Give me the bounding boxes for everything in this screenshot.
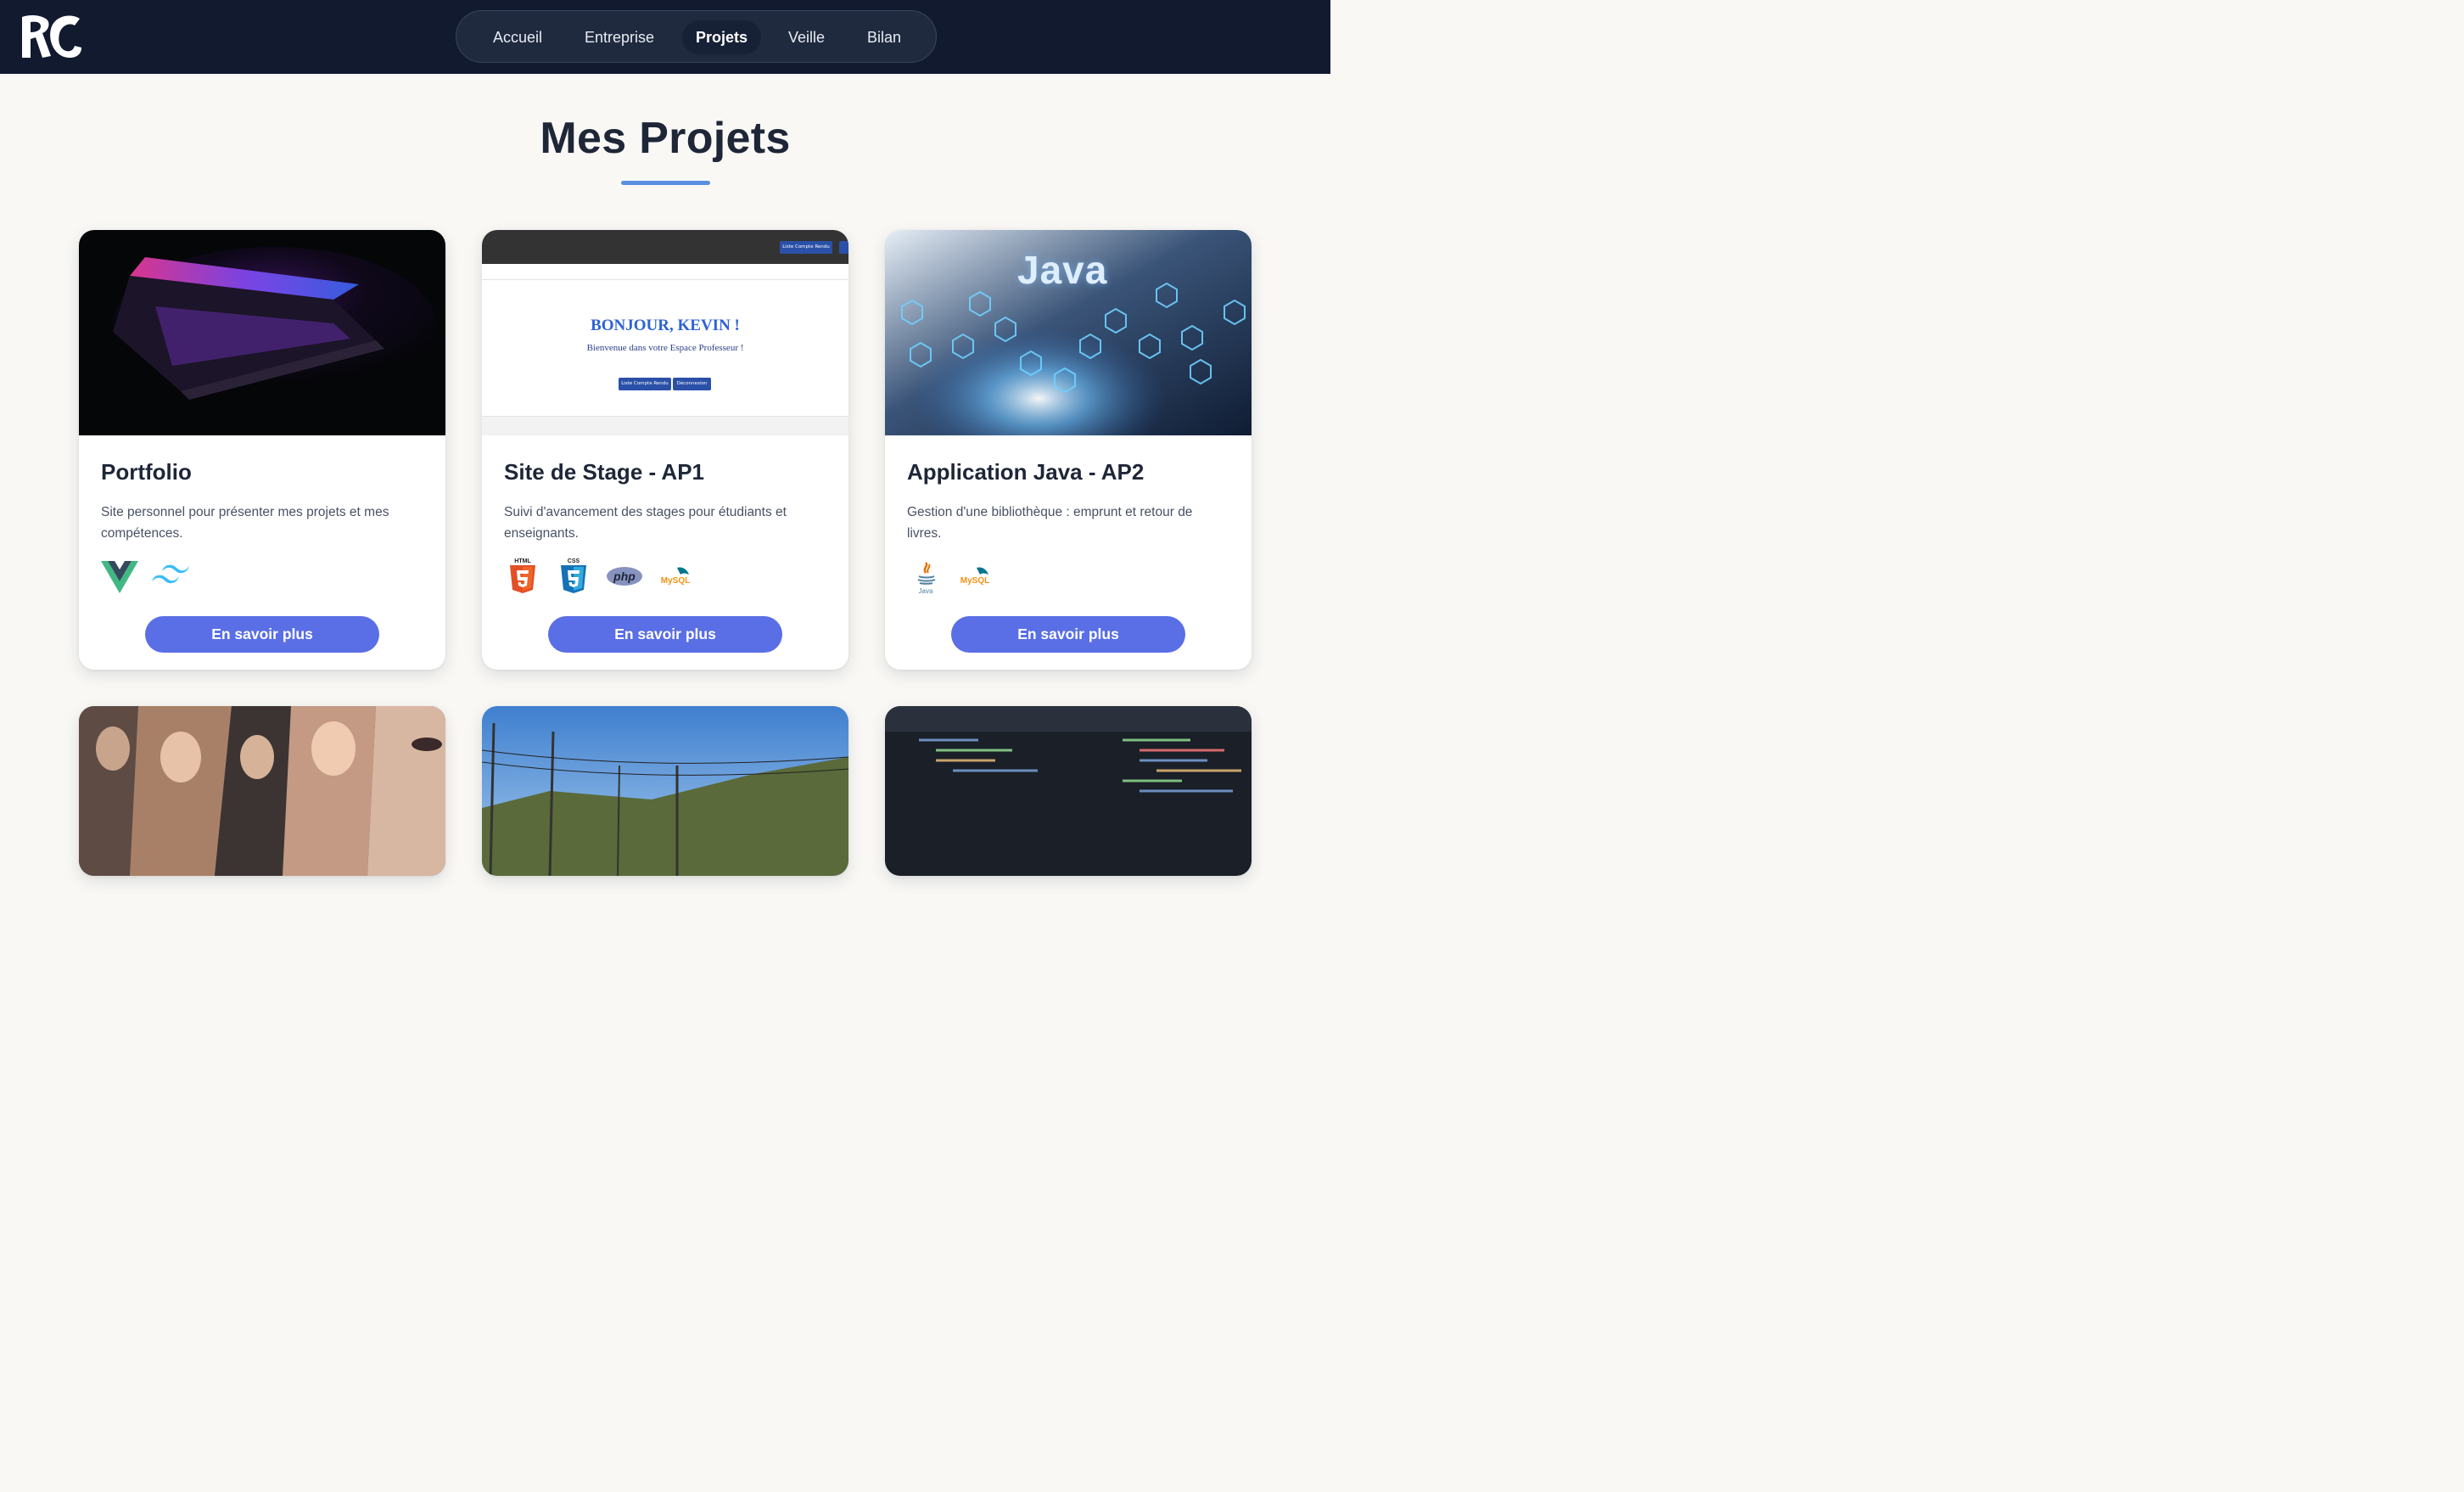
mysql-icon: MySQL: [661, 567, 690, 586]
preview-logout-button: Déconnexion: [673, 378, 711, 390]
php-icon: php: [607, 567, 642, 586]
java-thumbnail: Java: [885, 230, 1252, 435]
portfolio-thumbnail: [79, 230, 445, 435]
rc-logo-icon[interactable]: [20, 14, 83, 59]
nav-item-bilan[interactable]: Bilan: [854, 20, 915, 54]
page-title: Mes Projets: [540, 114, 791, 163]
nav-item-entreprise[interactable]: Entreprise: [571, 20, 668, 54]
title-underline: [621, 181, 710, 185]
tailwind-icon: [152, 564, 189, 584]
nav-item-veille[interactable]: Veille: [775, 20, 838, 54]
project-card-landscape: [482, 706, 848, 876]
main-nav: Accueil Entreprise Projets Veille Bilan: [456, 10, 937, 63]
svg-text:MySQL: MySQL: [960, 576, 989, 586]
java-icon: Java: [917, 562, 936, 595]
site-header: Accueil Entreprise Projets Veille Bilan: [0, 0, 1330, 74]
preview-subheading: Bienvenue dans votre Espace Professeur !: [586, 343, 744, 353]
nav-item-accueil[interactable]: Accueil: [479, 20, 556, 54]
mysql-icon: MySQL: [960, 567, 989, 586]
vue-icon: [101, 561, 138, 593]
card-title: Application Java - AP2: [907, 459, 1145, 485]
project-card-photos: [79, 706, 445, 876]
palm-street-thumbnail: [482, 706, 848, 876]
svg-text:Java: Java: [919, 587, 933, 595]
card-title: Site de Stage - AP1: [504, 459, 704, 485]
svg-text:HTML: HTML: [514, 558, 531, 564]
stage-thumbnail: Liste Compte Rendu BONJOUR, KEVIN ! Bien…: [482, 230, 848, 435]
card-description: Site personnel pour présenter mes projet…: [101, 505, 389, 541]
svg-text:MySQL: MySQL: [661, 576, 690, 586]
project-card-java: Java Application Java - AP2 Gestion d'un…: [885, 230, 1252, 670]
html5-icon: HTML: [510, 558, 535, 593]
svg-text:php: php: [613, 569, 636, 583]
project-card-portfolio: Portfolio Site personnel pour présenter …: [79, 230, 445, 670]
preview-heading: BONJOUR, KEVIN !: [591, 317, 740, 334]
portraits-thumbnail: [79, 706, 445, 876]
learn-more-button[interactable]: En savoir plus: [145, 616, 379, 653]
project-card-code: [885, 706, 1252, 876]
learn-more-button[interactable]: En savoir plus: [951, 616, 1185, 653]
card-description: Gestion d'une bibliothèque : emprunt et …: [907, 505, 1193, 541]
project-card-stage: Liste Compte Rendu BONJOUR, KEVIN ! Bien…: [482, 230, 848, 670]
card-title: Portfolio: [101, 459, 192, 485]
learn-more-button[interactable]: En savoir plus: [548, 616, 782, 653]
card-description: Suivi d'avancement des stages pour étudi…: [504, 505, 787, 541]
nav-item-projets[interactable]: Projets: [682, 20, 762, 54]
java-preview-heading: Java: [1017, 248, 1108, 292]
css3-icon: CSS: [561, 558, 586, 593]
preview-list-button: Liste Compte Rendu: [780, 241, 832, 254]
code-screen-thumbnail: [885, 706, 1252, 876]
svg-text:CSS: CSS: [568, 558, 580, 564]
preview-list-button: Liste Compte Rendu: [619, 378, 671, 390]
